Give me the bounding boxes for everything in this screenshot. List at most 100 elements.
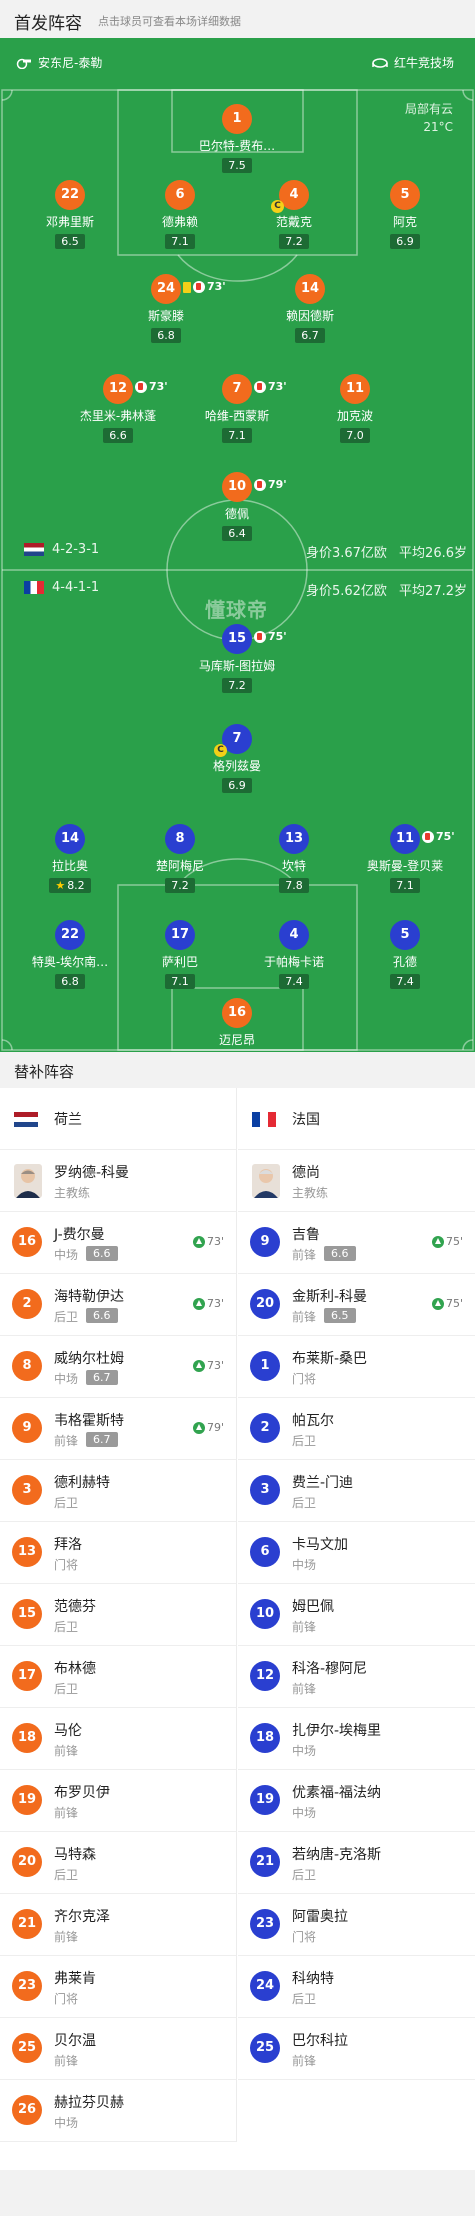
bench-player-name: 马伦 [54, 1723, 82, 1739]
pitch-player[interactable]: 16迈尼昂7.6 [182, 998, 292, 1052]
sub-off-icon [254, 381, 266, 393]
bench-player-row[interactable]: 18 马伦 前锋 [0, 1708, 236, 1770]
pitch-player[interactable]: 4 于帕梅卡诺 7.4 [239, 920, 349, 989]
substitution-event: 75' [254, 622, 287, 652]
bench-player-number: 24 [250, 1971, 280, 2001]
sub-on-time: 73' [192, 1235, 224, 1248]
bench-player-position: 后卫 [292, 1868, 317, 1882]
bench-player-row[interactable]: 1 布莱斯-桑巴 门将 [238, 1336, 475, 1398]
substitution-event: 79' [254, 470, 287, 500]
pitch-player[interactable]: 11 75' 奥斯曼-登贝莱 7.1 [350, 824, 460, 893]
bench-player-name: 金斯利-科曼 [292, 1289, 368, 1305]
bench-player-row[interactable]: 18 扎伊尔-埃梅里 中场 [238, 1708, 475, 1770]
pitch-player[interactable]: 17 萨利巴 7.1 [125, 920, 235, 989]
home-coach-row[interactable]: 罗纳德-科曼 主教练 [0, 1150, 236, 1212]
bench-player-row[interactable]: 15 范德芬 后卫 [0, 1584, 236, 1646]
referee-info: 安东尼-泰勒 [16, 54, 102, 71]
pitch-player[interactable]: 13 坎特 7.8 [239, 824, 349, 893]
watermark-logo: 懂球帝 [205, 598, 268, 622]
bench-player-number: 6 [250, 1537, 280, 1567]
bench-player-row[interactable]: 2 帕瓦尔 后卫 [238, 1398, 475, 1460]
coach-name: 德尚 [292, 1165, 320, 1181]
bench-player-row[interactable]: 17 布林德 后卫 [0, 1646, 236, 1708]
bench-player-position: 前锋 [292, 2054, 317, 2068]
bench-player-row[interactable]: 3 费兰-门迪 后卫 [238, 1460, 475, 1522]
bench-player-position: 后卫 [292, 1434, 317, 1448]
player-number: 14 [60, 831, 80, 846]
bench-player-row[interactable]: 8 威纳尔杜姆 中场 6.7 73' [0, 1336, 236, 1398]
bench-player-name: 若纳唐-克洛斯 [292, 1847, 382, 1863]
player-number: 11 [395, 831, 415, 846]
subs-title: 替补阵容 [14, 1063, 75, 1081]
sub-off-icon [135, 381, 147, 393]
pitch-player[interactable]: 14 拉比奥 8.2 [15, 824, 125, 893]
bench-player-row[interactable]: 13 拜洛 门将 [0, 1522, 236, 1584]
player-number: 22 [60, 187, 80, 202]
pitch-player[interactable]: 12 73' 杰里米-弗林蓬 6.6 [63, 374, 173, 443]
pitch-player[interactable]: 1 巴尔特-费布… 7.5 [182, 104, 292, 173]
sub-on-time: 75' [431, 1297, 463, 1310]
bench-player-rating: 6.6 [86, 1246, 118, 1261]
pitch-player[interactable]: 11 加克波 7.0 [300, 374, 410, 443]
bench-player-position: 前锋 [292, 1682, 317, 1696]
player-number-badge: 8 [165, 824, 195, 854]
bench-player-rating: 6.7 [86, 1432, 118, 1447]
player-name: 孔德 [392, 955, 417, 969]
bench-player-number: 25 [12, 2033, 42, 2063]
bench-player-row[interactable]: 23 阿雷奥拉 门将 [238, 1894, 475, 1956]
pitch-player[interactable]: 24 73' 斯豪滕 6.8 [111, 274, 226, 343]
bench-player-row[interactable]: 26 赫拉芬贝赫 中场 [0, 2080, 236, 2142]
pitch-player[interactable]: 7 73' 哈维-西蒙斯 7.1 [182, 374, 292, 443]
bench-player-row[interactable]: 25 巴尔科拉 前锋 [238, 2018, 475, 2080]
pitch-player[interactable]: 22 邓弗里斯 6.5 [15, 180, 125, 249]
bench-player-row[interactable]: 21 齐尔克泽 前锋 [0, 1894, 236, 1956]
player-number: 5 [400, 187, 410, 202]
pitch-player[interactable]: 8 楚阿梅尼 7.2 [125, 824, 235, 893]
sub-off-icon [422, 831, 434, 843]
bench-player-row[interactable]: 3 德利赫特 后卫 [0, 1460, 236, 1522]
bench-player-row[interactable]: 24 科纳特 后卫 [238, 1956, 475, 2018]
bench-player-row[interactable]: 12 科洛-穆阿尼 前锋 [238, 1646, 475, 1708]
pitch-player[interactable]: 15 75' 马库斯-图拉姆 7.2 [182, 624, 292, 693]
bench-player-name: 布莱斯-桑巴 [292, 1351, 368, 1367]
bench-player-row[interactable]: 9 吉鲁 前锋 6.6 75' [238, 1212, 475, 1274]
bench-player-position: 前锋 [292, 1248, 317, 1262]
bench-player-row[interactable]: 9 韦格霍斯特 前锋 6.7 79' [0, 1398, 236, 1460]
bench-player-name: 马特森 [54, 1847, 96, 1863]
bench-player-row[interactable]: 19 优素福-福法纳 中场 [238, 1770, 475, 1832]
bench-player-row[interactable]: 25 贝尔温 前锋 [0, 2018, 236, 2080]
bench-player-number: 3 [12, 1475, 42, 1505]
sub-on-time: 79' [192, 1421, 224, 1434]
bench-player-name: 姆巴佩 [292, 1599, 334, 1615]
away-coach-row[interactable]: 德尚 主教练 [238, 1150, 475, 1212]
bench-player-name: 科纳特 [292, 1971, 334, 1987]
pitch-player[interactable]: 7 C 格列兹曼 6.9 [182, 724, 292, 793]
bench-player-position: 前锋 [54, 1744, 79, 1758]
player-number: 8 [175, 831, 185, 846]
pitch-player[interactable]: 6 德弗赖 7.1 [125, 180, 235, 249]
bench-player-row[interactable]: 16 J-费尔曼 中场 6.6 73' [0, 1212, 236, 1274]
pitch-player[interactable]: 10 79' 德佩 6.4 [182, 472, 292, 541]
pitch-player[interactable]: 4 C 范戴克 7.2 [239, 180, 349, 249]
bench-player-name: 贝尔温 [54, 2033, 96, 2049]
player-number-badge: 15 75' [222, 624, 287, 654]
bench-player-position: 门将 [54, 1992, 79, 2006]
pitch-player[interactable]: 14 赖因德斯 6.7 [255, 274, 365, 343]
bench-player-row[interactable]: 20 金斯利-科曼 前锋 6.5 75' [238, 1274, 475, 1336]
bench-player-row[interactable]: 6 卡马文加 中场 [238, 1522, 475, 1584]
france-flag-icon [252, 1112, 276, 1127]
bench-player-row[interactable]: 20 马特森 后卫 [0, 1832, 236, 1894]
sub-on-minute: 73' [206, 1297, 224, 1310]
bench-player-row[interactable]: 2 海特勒伊达 后卫 6.6 73' [0, 1274, 236, 1336]
bench-player-rating: 6.7 [86, 1370, 118, 1385]
pitch-player[interactable]: 22 特奥-埃尔南… 6.8 [15, 920, 125, 989]
player-number-badge: 22 [55, 180, 85, 210]
bench-player-row[interactable]: 23 弗莱肯 门将 [0, 1956, 236, 2018]
sub-off-icon [254, 479, 266, 491]
bench-player-row[interactable]: 10 姆巴佩 前锋 [238, 1584, 475, 1646]
bench-player-row[interactable]: 21 若纳唐-克洛斯 后卫 [238, 1832, 475, 1894]
pitch-player[interactable]: 5 孔德 7.4 [350, 920, 460, 989]
pitch-player[interactable]: 5 阿克 6.9 [350, 180, 460, 249]
bench-player-row[interactable]: 19 布罗贝伊 前锋 [0, 1770, 236, 1832]
lineup-hint: 点击球员可查看本场详细数据 [98, 15, 241, 28]
